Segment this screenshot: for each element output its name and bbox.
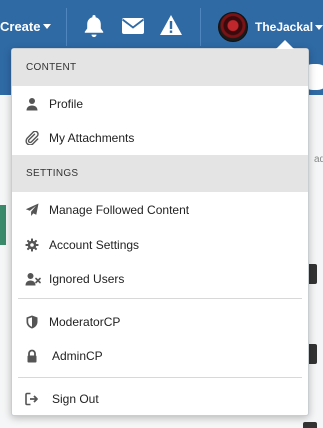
paper-plane-icon — [25, 203, 39, 217]
chevron-down-icon — [315, 25, 323, 30]
section-header-settings: SETTINGS — [12, 155, 308, 192]
shield-icon — [25, 315, 39, 329]
menu-divider — [18, 298, 302, 299]
menu-item-label: Sign Out — [52, 392, 99, 406]
menu-item-label: Manage Followed Content — [49, 203, 190, 217]
divider — [66, 8, 67, 46]
envelope-icon[interactable] — [121, 16, 145, 41]
menu-item-profile[interactable]: Profile — [12, 89, 308, 119]
warning-icon[interactable] — [159, 14, 183, 41]
dropdown-arrow — [276, 40, 294, 49]
sign-out-icon — [25, 392, 39, 406]
background-text: ad — [314, 154, 323, 165]
avatar — [218, 12, 248, 42]
menu-item-label: Ignored Users — [49, 272, 125, 286]
background-accent — [0, 205, 6, 245]
menu-item-label: Account Settings — [49, 238, 140, 252]
chevron-down-icon — [43, 24, 52, 29]
background-button — [303, 422, 317, 428]
username: TheJackal — [255, 20, 314, 34]
menu-item-label: AdminCP — [52, 349, 103, 363]
menu-item-followed-content[interactable]: Manage Followed Content — [12, 195, 308, 225]
menu-item-label: Profile — [49, 97, 84, 111]
gear-icon — [25, 238, 39, 252]
create-menu-button[interactable]: Create — [0, 19, 52, 34]
menu-item-admincp[interactable]: AdminCP — [12, 341, 308, 371]
menu-item-attachments[interactable]: My Attachments — [12, 123, 308, 153]
menu-item-label: My Attachments — [49, 131, 135, 145]
user-dropdown-menu: CONTENT Profile My Attachments SETTINGS … — [11, 40, 309, 416]
menu-item-moderatorcp[interactable]: ModeratorCP — [12, 307, 308, 337]
user-icon — [25, 97, 39, 111]
menu-item-label: ModeratorCP — [49, 315, 121, 329]
create-label: Create — [0, 19, 41, 34]
menu-item-account-settings[interactable]: Account Settings — [12, 230, 308, 260]
top-navbar: Create TheJackal — [0, 0, 323, 55]
divider — [200, 8, 201, 46]
user-times-icon — [25, 272, 41, 286]
menu-item-sign-out[interactable]: Sign Out — [12, 384, 308, 414]
menu-item-ignored-users[interactable]: Ignored Users — [12, 264, 308, 294]
lock-icon — [25, 349, 39, 363]
paperclip-icon — [25, 130, 39, 146]
username-wrap: TheJackal — [255, 20, 323, 34]
section-header-content: CONTENT — [12, 49, 308, 86]
menu-divider — [18, 377, 302, 378]
bell-icon[interactable] — [83, 14, 105, 43]
